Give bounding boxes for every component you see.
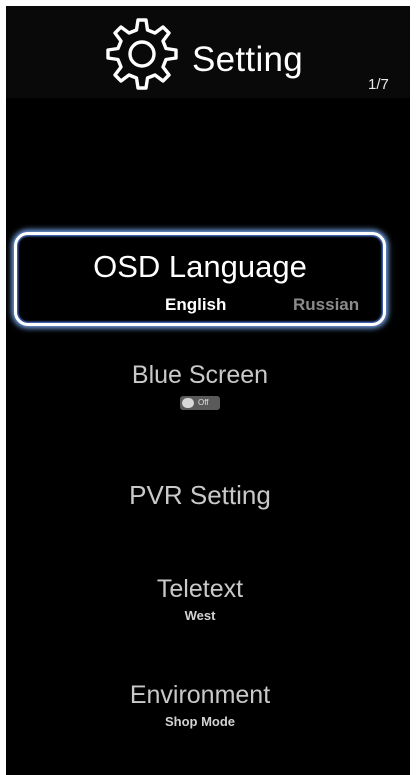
blue-screen-toggle[interactable]: Off (180, 396, 220, 410)
menu-item-teletext[interactable]: Teletext West (14, 574, 386, 624)
menu-item-environment[interactable]: Environment Shop Mode (14, 680, 386, 730)
toggle-knob (182, 398, 194, 408)
osd-language-next-option[interactable]: Russian (293, 295, 359, 315)
osd-language-current-value: English (165, 295, 227, 314)
menu-item-osd-language[interactable]: OSD Language English Russian (14, 232, 386, 326)
gear-icon (106, 18, 178, 90)
page-title: Setting (192, 40, 304, 79)
menu-item-label: Teletext (156, 575, 244, 603)
menu-item-pvr-setting[interactable]: PVR Setting (14, 480, 386, 510)
environment-value: Shop Mode (164, 714, 236, 729)
menu-item-label: PVR Setting (129, 480, 271, 510)
menu-item-label: Blue Screen (131, 361, 269, 389)
settings-screen: Setting 1/7 OSD Language English Russian… (6, 6, 410, 775)
teletext-value: West (184, 608, 216, 623)
menu-item-label: OSD Language (93, 249, 307, 284)
page-indicator: 1/7 (368, 76, 389, 93)
menu-item-blue-screen[interactable]: Blue Screen Off (14, 360, 386, 410)
header-bar: Setting 1/7 (6, 6, 410, 98)
toggle-state-label: Off (198, 398, 209, 407)
menu-item-label: Environment (129, 681, 271, 709)
